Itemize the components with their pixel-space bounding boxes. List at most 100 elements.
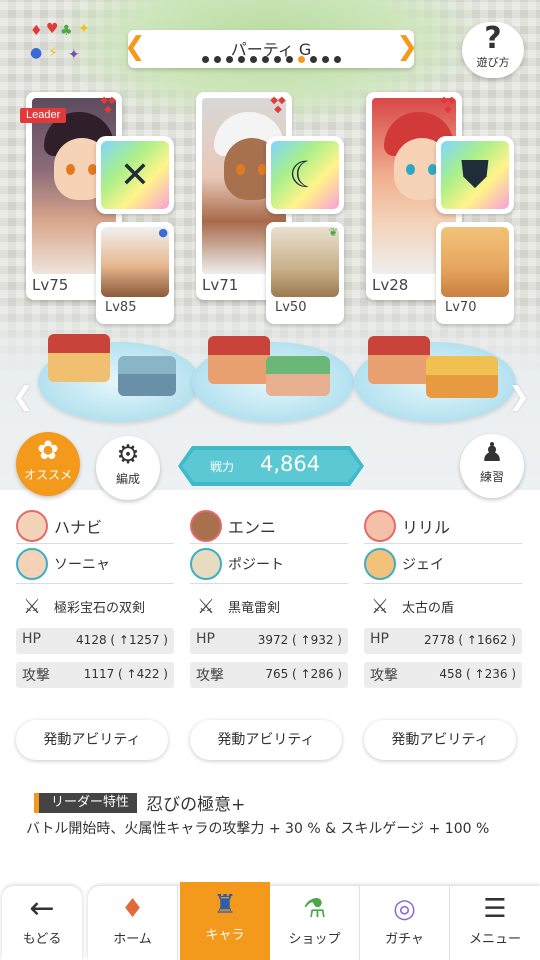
element-suits-icon: ♦ ♥ ♣ ✦ ● ⚡ ✦ bbox=[30, 21, 90, 63]
nav-menu[interactable]: ☰ メニュー bbox=[450, 886, 540, 960]
page-dot[interactable] bbox=[201, 56, 209, 63]
page-dot[interactable] bbox=[273, 56, 281, 63]
hp-label: HP bbox=[22, 631, 41, 647]
back-button[interactable]: ← もどる bbox=[2, 886, 82, 960]
weapon-slot[interactable]: ⛊ bbox=[436, 136, 514, 214]
nav-label: メニュー bbox=[468, 932, 521, 947]
character-card-3[interactable]: ◆◆ ◆ Lv28 ⛊ ⚡ Lv70 bbox=[366, 92, 514, 324]
page-dot[interactable] bbox=[297, 56, 305, 63]
bottom-navigation: ← もどる ♦ ホーム ♜ キャラ ⚗ ショップ ◎ ガチャ ☰ メニュー bbox=[0, 880, 540, 960]
character-card-1[interactable]: ◆◆ ◆ Lv75 Leader ✕ ● Lv85 bbox=[20, 92, 174, 324]
nav-label: キャラ bbox=[205, 928, 245, 943]
main-character-row[interactable]: ハナビ bbox=[16, 508, 174, 544]
nav-home[interactable]: ♦ ホーム bbox=[88, 886, 178, 960]
hp-value: 2778 ( ↑1662 ) bbox=[424, 633, 516, 647]
page-dot[interactable] bbox=[309, 56, 317, 63]
leader-skill-name: 忍びの極意+ bbox=[146, 795, 246, 815]
main-character-row[interactable]: エンニ bbox=[190, 508, 348, 544]
page-dot[interactable] bbox=[261, 56, 269, 63]
sword-icon: ⚔ bbox=[197, 594, 215, 618]
avatar bbox=[16, 547, 48, 580]
page-dot[interactable] bbox=[333, 56, 341, 63]
practice-button[interactable]: ♟ 練習 bbox=[460, 434, 524, 498]
weapon-name: 極彩宝石の双剣 bbox=[54, 600, 146, 616]
page-dot[interactable] bbox=[225, 56, 233, 63]
ability-button-2[interactable]: 発動アビリティ bbox=[190, 720, 342, 760]
recommend-button[interactable]: ✿ オススメ bbox=[16, 432, 80, 496]
main-character-row[interactable]: リリル bbox=[364, 508, 522, 544]
water-element-icon: ● bbox=[158, 226, 168, 239]
main-character-name: ハナビ bbox=[54, 517, 103, 537]
main-character-name: リリル bbox=[402, 517, 451, 537]
pedestal-right-arrow[interactable]: ❯ bbox=[508, 382, 530, 412]
party-page-dots bbox=[128, 56, 414, 63]
hp-stat: HP 3972 ( ↑932 ) bbox=[190, 628, 348, 654]
attack-value: 765 ( ↑286 ) bbox=[265, 667, 342, 681]
nav-shop[interactable]: ⚗ ショップ bbox=[270, 886, 360, 960]
formation-label: 編成 bbox=[115, 472, 140, 486]
avatar bbox=[364, 547, 396, 580]
bow-icon: ☾ bbox=[271, 141, 339, 209]
sub-character-slot[interactable]: ❦ Lv50 bbox=[266, 222, 344, 324]
stats-column-2: エンニ ポジート ⚔ 黒竜雷剣 HP 3972 ( ↑932 ) 攻撃 765 … bbox=[190, 508, 348, 696]
help-button[interactable]: ? 遊び方 bbox=[462, 22, 524, 78]
page-dot[interactable] bbox=[213, 56, 221, 63]
question-icon: ? bbox=[484, 21, 502, 56]
nav-gacha[interactable]: ◎ ガチャ bbox=[360, 886, 450, 960]
attack-stat: 攻撃 765 ( ↑286 ) bbox=[190, 662, 348, 688]
help-label: 遊び方 bbox=[476, 56, 510, 69]
pedestal-1 bbox=[38, 334, 200, 422]
practice-label: 練習 bbox=[479, 470, 504, 484]
sub-level: Lv85 bbox=[105, 300, 137, 315]
main-level: Lv71 bbox=[202, 276, 239, 294]
training-dummy-icon: ♟ bbox=[480, 438, 504, 468]
nav-character[interactable]: ♜ キャラ bbox=[180, 882, 270, 960]
ability-button-1[interactable]: 発動アビリティ bbox=[16, 720, 168, 760]
page-dot[interactable] bbox=[321, 56, 329, 63]
weapon-slot[interactable]: ✕ bbox=[96, 136, 174, 214]
weapon-row[interactable]: ⚔ 太古の盾 bbox=[364, 584, 522, 628]
recommend-label: オススメ bbox=[23, 468, 72, 482]
main-level: Lv75 bbox=[32, 276, 69, 294]
sub-character-slot[interactable]: ⚡ Lv70 bbox=[436, 222, 514, 324]
attack-value: 458 ( ↑236 ) bbox=[439, 667, 516, 681]
page-dot[interactable] bbox=[285, 56, 293, 63]
ability-button-3[interactable]: 発動アビリティ bbox=[364, 720, 516, 760]
attack-label: 攻撃 bbox=[196, 668, 224, 684]
party-stats: ハナビ ソーニャ ⚔ 極彩宝石の双剣 HP 4128 ( ↑1257 ) 攻撃 … bbox=[16, 508, 526, 708]
page-dot[interactable] bbox=[249, 56, 257, 63]
main-level: Lv28 bbox=[372, 276, 409, 294]
attack-stat: 攻撃 1117 ( ↑422 ) bbox=[16, 662, 174, 688]
pedestal-2 bbox=[192, 336, 354, 422]
gacha-icon: ◎ bbox=[393, 894, 416, 924]
shield-icon: ⛊ bbox=[441, 141, 509, 209]
sword-icon: ⚔ bbox=[23, 594, 41, 618]
nav-label: ショップ bbox=[288, 932, 341, 947]
character-icon: ♜ bbox=[213, 890, 237, 920]
page-dot[interactable] bbox=[237, 56, 245, 63]
avatar bbox=[190, 547, 222, 580]
party-selector: ❮ パーティ G ❯ bbox=[124, 30, 418, 68]
weapon-slot[interactable]: ☾ bbox=[266, 136, 344, 214]
crossed-swords-icon: ✕ bbox=[101, 141, 169, 209]
sub-character-row[interactable]: ポジート bbox=[190, 544, 348, 584]
pedestal-left-arrow[interactable]: ❮ bbox=[12, 382, 34, 412]
back-arrow-icon: ← bbox=[29, 891, 55, 926]
leader-skill-tag: リーダー特性 bbox=[34, 792, 138, 813]
formation-button[interactable]: ⚙ 編成 bbox=[96, 436, 160, 500]
home-icon: ♦ bbox=[120, 894, 145, 924]
character-card-2[interactable]: ◆◆ ◆ Lv71 ☾ ❦ Lv50 bbox=[196, 92, 344, 324]
sub-character-slot[interactable]: ● Lv85 bbox=[96, 222, 174, 324]
sub-character-row[interactable]: ジェイ bbox=[364, 544, 522, 584]
weapon-row[interactable]: ⚔ 黒竜雷剣 bbox=[190, 584, 348, 628]
menu-icon: ☰ bbox=[483, 894, 507, 924]
sub-character-row[interactable]: ソーニャ bbox=[16, 544, 174, 584]
weapon-row[interactable]: ⚔ 極彩宝石の双剣 bbox=[16, 584, 174, 628]
nav-label: ホーム bbox=[113, 932, 152, 947]
nav-label: ガチャ bbox=[385, 932, 424, 947]
stats-column-3: リリル ジェイ ⚔ 太古の盾 HP 2778 ( ↑1662 ) 攻撃 458 … bbox=[364, 508, 522, 696]
sub-character-name: ジェイ bbox=[402, 556, 444, 573]
leaf-element-icon: ❦ bbox=[328, 226, 338, 239]
sword-icon: ⚔ bbox=[371, 594, 389, 618]
party-next-arrow[interactable]: ❯ bbox=[396, 32, 418, 62]
